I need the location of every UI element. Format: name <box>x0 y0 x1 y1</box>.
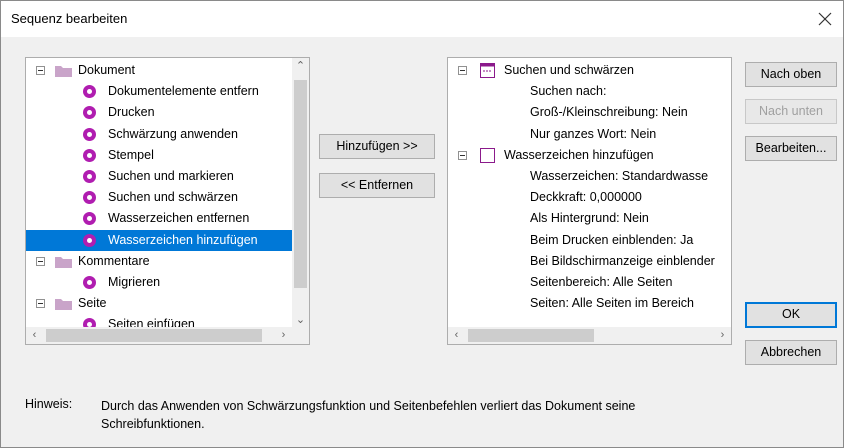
hint-label: Hinweis: <box>25 397 73 411</box>
sequence-detail-row[interactable]: Seitenbereich: Alle Seiten <box>448 272 731 293</box>
left-vscroll-thumb[interactable] <box>294 80 307 288</box>
sequence-step-row[interactable]: Suchen und schwärzen <box>448 60 731 81</box>
action-icon <box>83 233 96 247</box>
right-horizontal-scrollbar[interactable]: ‹ › <box>448 327 731 344</box>
close-button[interactable] <box>807 1 843 37</box>
collapse-icon[interactable] <box>36 66 45 75</box>
scroll-corner <box>292 327 309 344</box>
cancel-button[interactable]: Abbrechen <box>745 340 837 365</box>
folder-icon <box>55 299 72 311</box>
close-icon <box>818 12 832 26</box>
tree-action-row[interactable]: Stempel <box>26 145 292 166</box>
tree-group-label: Seite <box>78 296 107 311</box>
scroll-right-icon[interactable]: › <box>714 327 731 344</box>
collapse-icon[interactable] <box>458 66 467 75</box>
tree-group-label: Kommentare <box>78 253 150 268</box>
available-commands-tree[interactable]: Dokument Dokumentelemente entfern Drucken S… <box>25 57 310 345</box>
tree-action-label: Dokumentelemente entfern <box>108 84 259 99</box>
sequence-detail-label: Deckkraft: 0,000000 <box>530 190 642 205</box>
sequence-detail-label: Groß-/Kleinschreibung: Nein <box>530 105 688 120</box>
collapse-icon[interactable] <box>36 256 45 266</box>
action-icon <box>83 106 96 120</box>
ok-button[interactable]: OK <box>745 302 837 328</box>
tree-action-label: Migrieren <box>108 275 161 289</box>
action-icon <box>83 191 96 205</box>
search-redact-icon <box>480 63 495 78</box>
watermark-icon <box>480 147 495 163</box>
sequence-detail-label: Als Hintergrund: Nein <box>530 211 649 226</box>
sequence-detail-label: Beim Drucken einblenden: Ja <box>530 232 694 247</box>
tree-action-label: Wasserzeichen hinzufügen <box>108 232 258 247</box>
sequence-detail-row[interactable]: Beim Drucken einblenden: Ja <box>448 230 731 251</box>
move-up-button[interactable]: Nach oben <box>745 62 837 87</box>
tree-action-row[interactable]: Migrieren <box>26 272 292 293</box>
sequence-step-row[interactable]: Wasserzeichen hinzufügen <box>448 145 731 166</box>
sequence-step-label: Wasserzeichen hinzufügen <box>504 147 654 162</box>
tree-action-row[interactable]: Wasserzeichen hinzufügen <box>26 229 292 251</box>
action-icon <box>83 127 96 141</box>
sequence-detail-row[interactable]: Nur ganzes Wort: Nein <box>448 124 731 145</box>
tree-action-label: Suchen und schwärzen <box>108 190 238 205</box>
folder-icon <box>55 256 72 268</box>
scroll-left-icon[interactable]: ‹ <box>448 327 465 344</box>
tree-action-row[interactable]: Drucken <box>26 102 292 123</box>
tree-group-label: Dokument <box>78 63 135 77</box>
scroll-right-icon[interactable]: › <box>275 327 292 344</box>
sequence-detail-label: Seiten: Alle Seiten im Bereich <box>530 296 694 311</box>
sequence-detail-label: Seitenbereich: Alle Seiten <box>530 275 673 289</box>
tree-action-label: Suchen und markieren <box>108 169 234 183</box>
tree-action-row[interactable]: Wasserzeichen entfernen <box>26 208 292 229</box>
tree-action-row[interactable]: Suchen und markieren <box>26 166 292 187</box>
collapse-icon[interactable] <box>36 299 45 309</box>
scroll-left-icon[interactable]: ‹ <box>26 327 43 344</box>
action-icon <box>83 85 96 99</box>
tree-action-row[interactable]: Dokumentelemente entfern <box>26 81 292 102</box>
sequence-detail-row[interactable]: Suchen nach: <box>448 81 731 102</box>
action-icon <box>83 276 96 289</box>
left-horizontal-scrollbar[interactable]: ‹ › <box>26 327 292 344</box>
tree-action-row[interactable]: Suchen und schwärzen <box>26 187 292 208</box>
tree-action-label: Stempel <box>108 147 154 162</box>
collapse-icon[interactable] <box>458 150 467 160</box>
remove-button[interactable]: << Entfernen <box>319 173 435 198</box>
sequence-detail-row[interactable]: Seiten: Alle Seiten im Bereich <box>448 293 731 314</box>
tree-action-label: Schwärzung anwenden <box>108 126 238 141</box>
action-icon <box>83 212 96 226</box>
tree-action-label: Drucken <box>108 105 155 120</box>
sequence-detail-label: Suchen nach: <box>530 84 607 99</box>
tree-group-row[interactable]: Kommentare <box>26 251 292 272</box>
edit-button[interactable]: Bearbeiten... <box>745 136 837 161</box>
dialog-title: Sequenz bearbeiten <box>11 11 128 26</box>
sequence-detail-row[interactable]: Als Hintergrund: Nein <box>448 208 731 229</box>
action-icon <box>83 148 96 162</box>
sequence-detail-label: Bei Bildschirmanzeige einblender <box>530 253 715 268</box>
folder-icon <box>55 66 72 77</box>
sequence-detail-row[interactable]: Deckkraft: 0,000000 <box>448 187 731 208</box>
tree-action-row[interactable]: Schwärzung anwenden <box>26 124 292 145</box>
scroll-up-icon[interactable]: ⌃ <box>292 58 309 75</box>
move-down-button[interactable]: Nach unten <box>745 99 837 124</box>
hint-text: Durch das Anwenden von Schwärzungsfunkti… <box>101 399 636 431</box>
right-hscroll-thumb[interactable] <box>468 329 594 342</box>
sequence-tree[interactable]: Suchen und schwärzen Suchen nach: Groß-/Kl… <box>447 57 732 345</box>
add-button[interactable]: Hinzufügen >> <box>319 134 435 159</box>
sequence-step-label: Suchen und schwärzen <box>504 63 634 77</box>
tree-group-row[interactable]: Seite <box>26 293 292 314</box>
sequence-detail-row[interactable]: Groß-/Kleinschreibung: Nein <box>448 102 731 123</box>
sequence-detail-row[interactable]: Bei Bildschirmanzeige einblender <box>448 251 731 272</box>
left-hscroll-thumb[interactable] <box>46 329 262 342</box>
sequence-detail-row[interactable]: Wasserzeichen: Standardwasse <box>448 166 731 187</box>
tree-action-label: Wasserzeichen entfernen <box>108 211 250 226</box>
action-icon <box>83 170 96 183</box>
dialog-window: Sequenz bearbeiten Dokument Dokumenteleme… <box>0 0 844 448</box>
sequence-detail-label: Wasserzeichen: Standardwasse <box>530 169 709 183</box>
tree-group-row[interactable]: Dokument <box>26 60 292 81</box>
left-vertical-scrollbar[interactable]: ⌃ ⌄ <box>292 58 309 329</box>
sequence-detail-label: Nur ganzes Wort: Nein <box>530 126 657 141</box>
title-bar: Sequenz bearbeiten <box>1 1 843 37</box>
